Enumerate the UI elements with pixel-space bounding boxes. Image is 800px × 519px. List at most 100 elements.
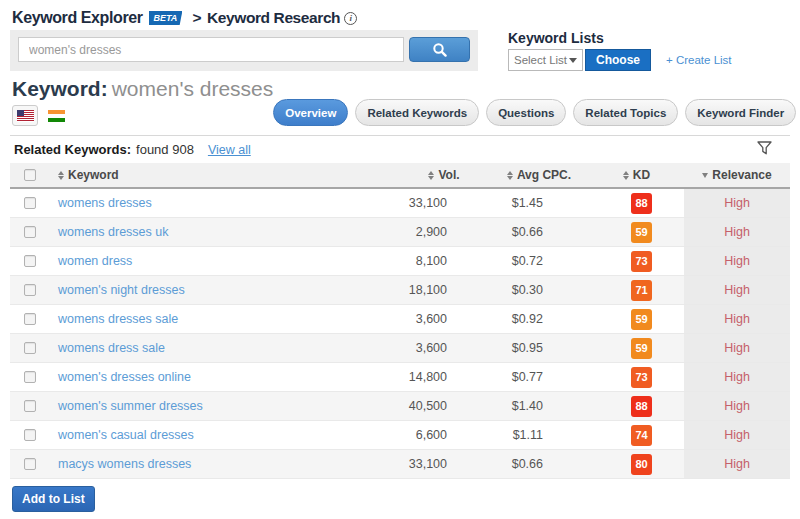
row-checkbox[interactable] xyxy=(24,284,36,296)
table-row: womens dresses sale 3,600 $0.92 59 High xyxy=(10,305,790,334)
table-row: women's summer dresses 40,500 $1.40 88 H… xyxy=(10,392,790,421)
keyword-link[interactable]: womens dresses sale xyxy=(58,312,178,326)
row-checkbox[interactable] xyxy=(24,429,36,441)
kd-cell: 73 xyxy=(589,251,684,272)
table-row: womens dresses 33,100 $1.45 88 High xyxy=(10,189,790,218)
table-row: women dress 8,100 $0.72 73 High xyxy=(10,247,790,276)
search-button[interactable] xyxy=(409,37,470,62)
kd-badge: 59 xyxy=(631,338,652,359)
tab-related-topics[interactable]: Related Topics xyxy=(573,99,678,126)
tab-keyword-finder[interactable]: Keyword Finder xyxy=(685,99,796,126)
kd-cell: 59 xyxy=(589,338,684,359)
row-checkbox-cell xyxy=(10,197,46,209)
cpc-cell: $1.45 xyxy=(489,196,589,210)
kd-cell: 88 xyxy=(589,396,684,417)
relevance-cell: High xyxy=(684,276,790,304)
keyword-link[interactable]: womens dresses xyxy=(58,196,152,210)
column-keyword[interactable]: Keyword xyxy=(46,168,399,182)
cpc-cell: $0.72 xyxy=(489,254,589,268)
search-input[interactable] xyxy=(18,37,404,62)
cpc-cell: $0.92 xyxy=(489,312,589,326)
row-checkbox[interactable] xyxy=(24,458,36,470)
sort-icon xyxy=(428,171,434,180)
row-checkbox-cell xyxy=(10,342,46,354)
row-checkbox[interactable] xyxy=(24,313,36,325)
cpc-cell: $0.77 xyxy=(489,370,589,384)
filter-icon[interactable] xyxy=(757,141,772,158)
row-checkbox[interactable] xyxy=(24,342,36,354)
tab-related-keywords[interactable]: Related Keywords xyxy=(355,99,479,126)
kd-cell: 59 xyxy=(589,222,684,243)
results-header: Related Keywords: found 908 View all xyxy=(14,141,786,158)
kd-cell: 73 xyxy=(589,367,684,388)
keyword-link[interactable]: women's night dresses xyxy=(58,283,185,297)
volume-cell: 2,900 xyxy=(399,225,489,239)
keyword-lists-controls: Select List Choose + Create List xyxy=(508,49,732,71)
keyword-link[interactable]: women's casual dresses xyxy=(58,428,194,442)
sort-icon xyxy=(507,171,513,180)
row-checkbox[interactable] xyxy=(24,255,36,267)
keyword-cell: womens dresses xyxy=(46,196,399,210)
volume-cell: 40,500 xyxy=(399,399,489,413)
view-all-link[interactable]: View all xyxy=(208,143,251,157)
add-to-list-button[interactable]: Add to List xyxy=(12,486,95,512)
kd-cell: 71 xyxy=(589,280,684,301)
select-list-dropdown[interactable]: Select List xyxy=(508,49,583,71)
results-found-count: found 908 xyxy=(136,142,194,157)
table-row: women's casual dresses 6,600 $1.11 74 Hi… xyxy=(10,421,790,450)
tab-overview[interactable]: Overview xyxy=(273,99,348,126)
volume-cell: 8,100 xyxy=(399,254,489,268)
relevance-cell: High xyxy=(684,247,790,275)
keyword-link[interactable]: womens dresses uk xyxy=(58,225,168,239)
beta-badge: BETA xyxy=(149,11,183,25)
tab-questions[interactable]: Questions xyxy=(486,99,566,126)
table-row: womens dress sale 3,600 $0.95 59 High xyxy=(10,334,790,363)
relevance-cell: High xyxy=(684,189,790,217)
cpc-cell: $1.11 xyxy=(489,428,589,442)
row-checkbox[interactable] xyxy=(24,371,36,383)
relevance-cell: High xyxy=(684,305,790,333)
table-row: women's night dresses 18,100 $0.30 71 Hi… xyxy=(10,276,790,305)
table-row: womens dresses uk 2,900 $0.66 59 High xyxy=(10,218,790,247)
search-area xyxy=(10,30,478,71)
breadcrumb-separator: > xyxy=(192,9,201,27)
flag-united-states[interactable] xyxy=(12,105,38,126)
sort-icon xyxy=(58,171,64,180)
relevance-cell: High xyxy=(684,450,790,478)
cpc-cell: $0.66 xyxy=(489,225,589,239)
column-relevance[interactable]: Relevance xyxy=(684,168,790,182)
kd-badge: 88 xyxy=(631,193,652,214)
row-checkbox[interactable] xyxy=(24,400,36,412)
page: Keyword Explorer BETA >Keyword Research … xyxy=(0,0,800,512)
column-cpc[interactable]: Avg CPC. xyxy=(489,168,589,182)
keyword-link[interactable]: macys womens dresses xyxy=(58,457,191,471)
kd-badge: 80 xyxy=(631,454,652,475)
flag-india[interactable] xyxy=(48,110,65,122)
column-kd[interactable]: KD xyxy=(589,168,684,182)
results-section: Related Keywords: found 908 View all Key… xyxy=(10,135,790,512)
keyword-header-row: Keyword:women's dresses Overview Related… xyxy=(10,77,790,126)
create-list-link[interactable]: + Create List xyxy=(666,54,732,66)
kd-cell: 88 xyxy=(589,193,684,214)
row-checkbox[interactable] xyxy=(24,226,36,238)
relevance-cell: High xyxy=(684,392,790,420)
keyword-link[interactable]: women's dresses online xyxy=(58,370,191,384)
kd-badge: 59 xyxy=(631,222,652,243)
column-volume[interactable]: Vol. xyxy=(399,168,489,182)
keyword-value: women's dresses xyxy=(112,77,274,100)
cpc-cell: $0.95 xyxy=(489,341,589,355)
info-icon[interactable]: i xyxy=(344,12,357,25)
row-checkbox[interactable] xyxy=(24,197,36,209)
keyword-link[interactable]: women's summer dresses xyxy=(58,399,203,413)
volume-cell: 3,600 xyxy=(399,312,489,326)
keyword-cell: women's summer dresses xyxy=(46,399,399,413)
keyword-cell: macys womens dresses xyxy=(46,457,399,471)
relevance-cell: High xyxy=(684,334,790,362)
keyword-link[interactable]: womens dress sale xyxy=(58,341,165,355)
table-header: Keyword Vol. Avg CPC. KD Relevance xyxy=(10,163,790,189)
keyword-link[interactable]: women dress xyxy=(58,254,132,268)
select-list-value: Select List xyxy=(514,54,567,66)
select-all-checkbox[interactable] xyxy=(24,169,36,181)
kd-badge: 59 xyxy=(631,309,652,330)
choose-button[interactable]: Choose xyxy=(585,49,651,71)
